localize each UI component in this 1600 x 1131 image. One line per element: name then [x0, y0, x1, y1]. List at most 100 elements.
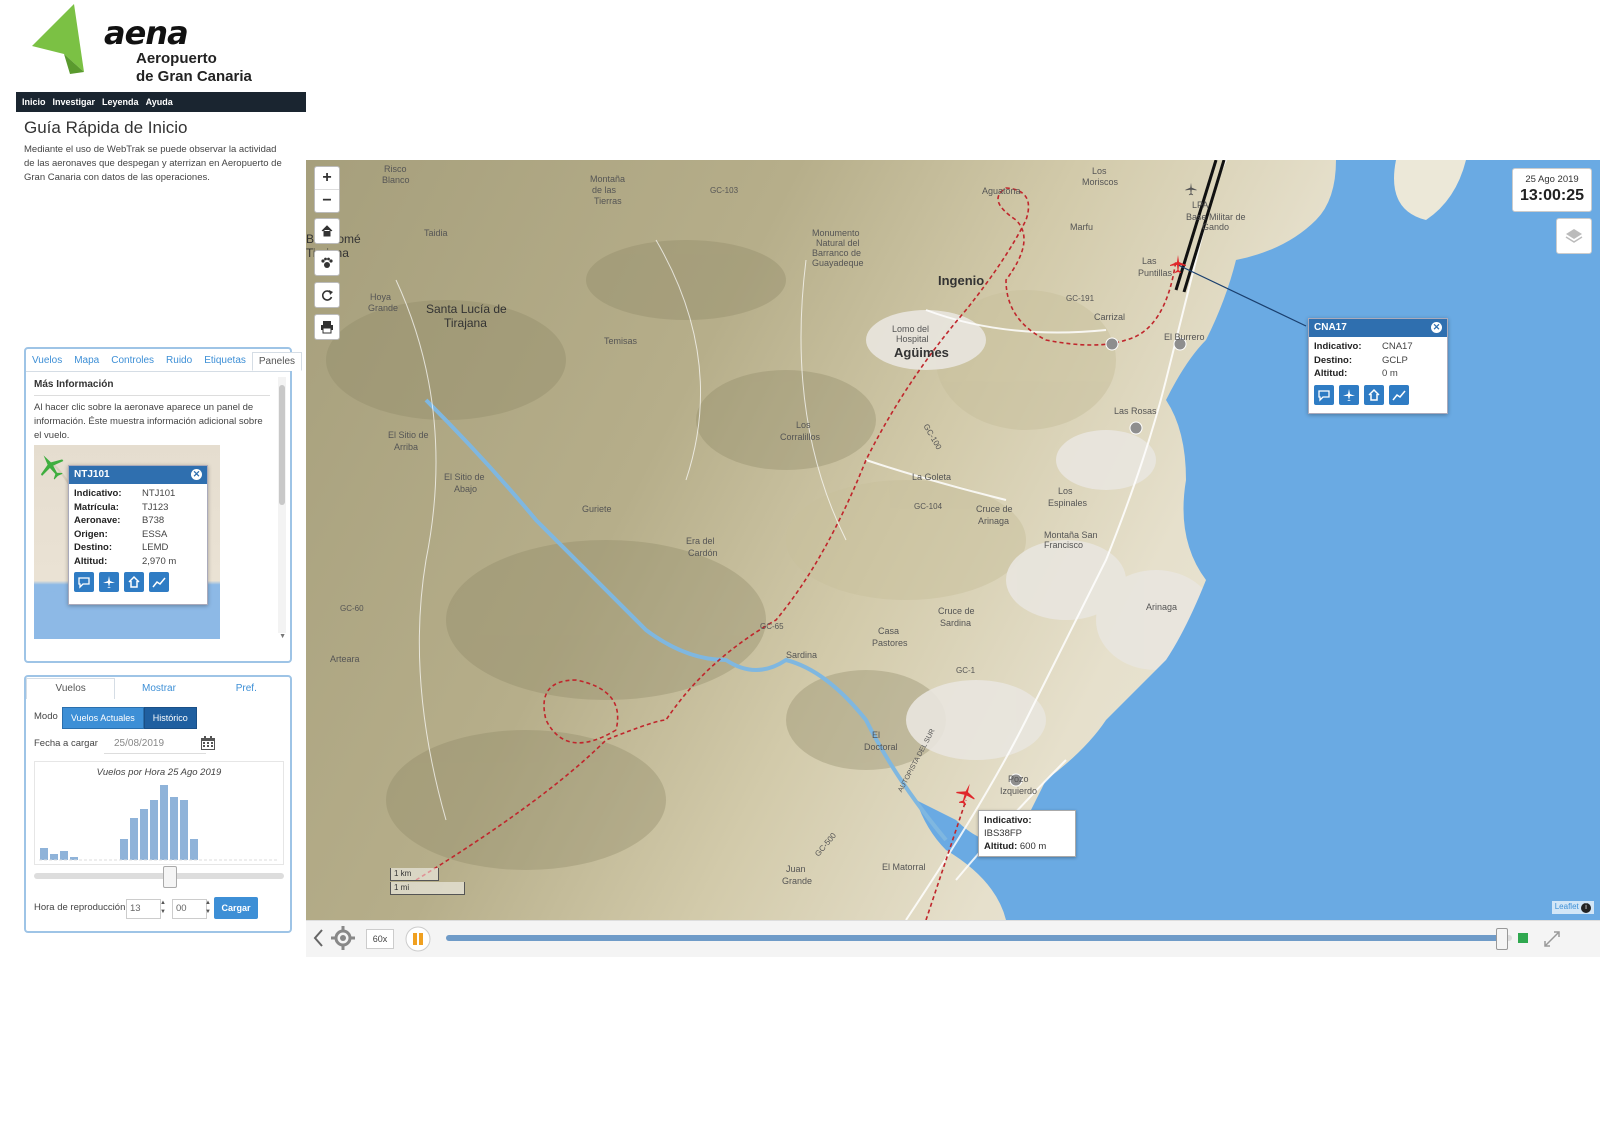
chevron-left-icon[interactable]: [312, 927, 326, 949]
datetime-display: 25 Ago 2019 13:00:25: [1512, 168, 1592, 212]
comment-icon[interactable]: [1314, 384, 1334, 405]
locate-button[interactable]: [314, 250, 340, 276]
popup-row: Aeronave: B738: [69, 514, 207, 528]
place-label: LPA: [1192, 200, 1209, 210]
tab-mostrar[interactable]: Mostrar: [115, 683, 202, 694]
brand-line-2: de Gran Canaria: [136, 68, 252, 85]
playback-progress[interactable]: [446, 928, 1512, 950]
chart-bar: [140, 809, 148, 860]
row-value: ESSA: [142, 528, 168, 540]
place-label: Lomo del: [892, 324, 930, 334]
attribution-text: Leaflet: [1554, 902, 1579, 911]
chart-line-icon[interactable]: [1389, 384, 1409, 405]
hour-input[interactable]: 13: [126, 899, 161, 919]
aircraft-ibs38fp-icon[interactable]: [954, 782, 978, 806]
home-icon[interactable]: [124, 572, 144, 592]
flight-map[interactable]: Bartolomé Tirajana Santa Lucía de Tiraja…: [306, 160, 1600, 920]
refresh-button[interactable]: [314, 282, 340, 308]
row-value: NTJ101: [142, 488, 176, 500]
road-label: GC-191: [1066, 294, 1095, 303]
scroll-down-icon[interactable]: ▼: [279, 633, 286, 640]
date-label: Fecha a cargar: [34, 738, 98, 749]
mode-label: Modo: [34, 711, 58, 722]
tab-pref[interactable]: Pref.: [203, 683, 290, 694]
road-label: GC-104: [914, 502, 943, 511]
hour-stepper-icon[interactable]: ▲ ▼: [160, 899, 166, 917]
leaflet-attribution[interactable]: Leaflet i: [1551, 901, 1594, 914]
place-label: Pastores: [872, 638, 908, 648]
tooltip-line: Indicativo: IBS38FP: [984, 814, 1070, 840]
load-button[interactable]: Cargar: [214, 897, 258, 919]
tab-ruido[interactable]: Ruido: [160, 355, 198, 366]
tab-controles[interactable]: Controles: [105, 355, 160, 366]
tab-vuelos-control[interactable]: Vuelos: [26, 677, 116, 699]
chart-bar: [160, 785, 168, 860]
current-date: 25 Ago 2019: [1525, 174, 1579, 185]
time-slider-thumb[interactable]: [163, 866, 177, 888]
tab-etiquetas[interactable]: Etiquetas: [198, 355, 252, 366]
green-aircraft-icon[interactable]: [36, 451, 66, 481]
tooltip-line: Altitud: 600 m: [984, 840, 1070, 853]
popup-title: NTJ101: [74, 469, 110, 480]
scrollbar-thumb[interactable]: [279, 385, 285, 505]
brand-line-1: Aeropuerto: [136, 50, 217, 67]
place-label: Natural del: [816, 238, 860, 248]
replay-time-label: Hora de reproducción: [34, 902, 126, 913]
tab-mapa[interactable]: Mapa: [68, 355, 105, 366]
zoom-out-button[interactable]: −: [315, 189, 339, 212]
aircraft-icon[interactable]: [99, 572, 119, 592]
time-slider[interactable]: [34, 866, 284, 888]
close-icon[interactable]: ✕: [1431, 322, 1442, 333]
tooltip-key: Indicativo:: [984, 815, 1032, 826]
row-value: 0 m: [1382, 368, 1398, 380]
gear-icon[interactable]: [330, 925, 356, 951]
aircraft-icon[interactable]: [1339, 384, 1359, 405]
close-icon[interactable]: ✕: [191, 469, 202, 480]
print-button[interactable]: [314, 314, 340, 340]
brand-name: aena: [104, 14, 189, 52]
place-label: Arriba: [394, 442, 419, 452]
popup-row: Destino: LEMD: [69, 541, 207, 555]
nav-inicio[interactable]: Inicio: [22, 97, 46, 107]
comment-icon[interactable]: [74, 572, 94, 592]
minute-stepper-icon[interactable]: ▲ ▼: [205, 899, 211, 917]
minute-input[interactable]: 00: [172, 899, 207, 919]
popup-title: CNA17: [1314, 322, 1347, 333]
pause-icon[interactable]: [404, 925, 432, 953]
place-label: Sardina: [786, 650, 818, 660]
info-icon[interactable]: i: [1581, 903, 1591, 913]
info-scrollbar[interactable]: [278, 377, 286, 633]
zoom-in-button[interactable]: +: [315, 167, 339, 189]
place-label: Los: [1058, 486, 1073, 496]
place-label: Temisas: [604, 336, 638, 346]
current-flights-button[interactable]: Vuelos Actuales: [62, 707, 144, 729]
popup-row: Matrícula: TJ123: [69, 501, 207, 515]
ibs38fp-tooltip: Indicativo: IBS38FP Altitud: 600 m: [978, 810, 1076, 857]
place-label: Taidia: [424, 228, 448, 238]
chart-bar: [150, 800, 158, 860]
cna17-popup: CNA17 ✕ Indicativo: CNA17 Destino: GCLP Al…: [1308, 318, 1448, 414]
chart-bar: [120, 839, 128, 860]
speed-selector[interactable]: 60x: [366, 929, 394, 949]
chart-line-icon[interactable]: [149, 572, 169, 592]
playback-bar: 60x: [306, 920, 1600, 957]
example-mini-map: NTJ101 ✕ Indicativo: NTJ101 Matrícula: TJ1…: [34, 445, 220, 639]
layers-button[interactable]: [1556, 218, 1592, 254]
control-panel: Vuelos Mostrar Pref. Modo Vuelos Actuale…: [24, 675, 292, 933]
popup-header: CNA17 ✕: [1309, 319, 1447, 337]
nav-ayuda[interactable]: Ayuda: [146, 97, 173, 107]
place-label: Tirajana: [444, 316, 487, 330]
home-icon[interactable]: [1364, 384, 1384, 405]
expand-icon[interactable]: [1542, 929, 1562, 949]
historic-button[interactable]: Histórico: [143, 707, 197, 729]
nav-investigar[interactable]: Investigar: [53, 97, 96, 107]
calendar-icon[interactable]: [200, 735, 216, 751]
progress-thumb[interactable]: [1496, 928, 1509, 950]
date-input[interactable]: 25/08/2019: [104, 735, 206, 754]
home-view-button[interactable]: [314, 218, 340, 244]
top-nav: Inicio Investigar Leyenda Ayuda: [16, 92, 306, 112]
place-label: de las: [592, 185, 617, 195]
nav-leyenda[interactable]: Leyenda: [102, 97, 139, 107]
tab-paneles[interactable]: Paneles: [251, 351, 303, 371]
tab-vuelos[interactable]: Vuelos: [26, 355, 68, 366]
